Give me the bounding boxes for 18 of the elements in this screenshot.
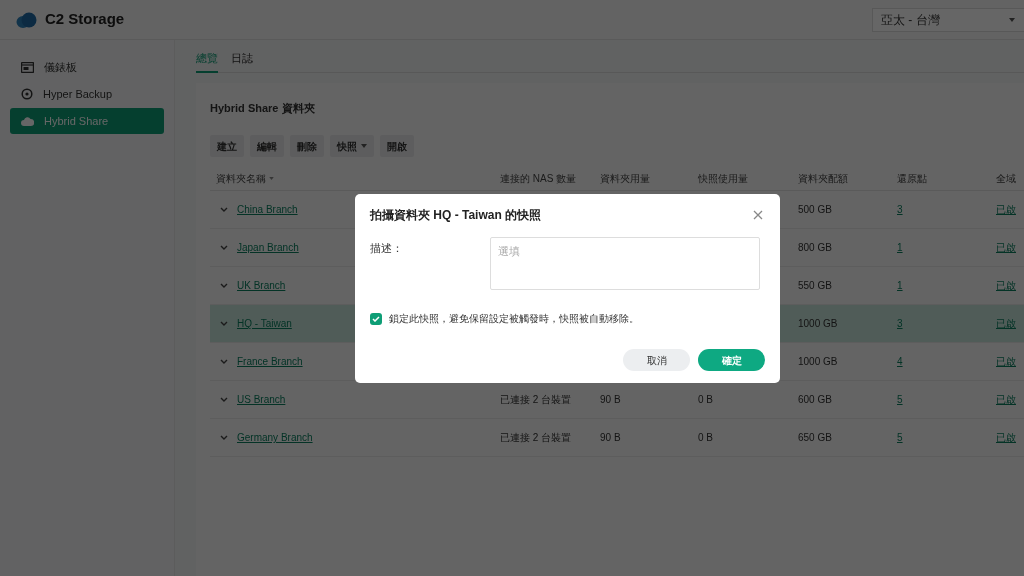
table-cell: 800 GB bbox=[798, 242, 832, 253]
dialog-title: 拍攝資料夾 HQ - Taiwan 的快照 bbox=[370, 207, 542, 224]
table-cell: 0 B bbox=[698, 394, 713, 405]
table-cell: 650 GB bbox=[798, 432, 832, 443]
section-title: Hybrid Share 資料夾 bbox=[210, 101, 316, 114]
table-cell: 500 GB bbox=[798, 204, 832, 215]
table-cell: 600 GB bbox=[798, 394, 832, 405]
table-cell: 90 B bbox=[600, 394, 621, 405]
table-cell: 1000 GB bbox=[798, 318, 838, 329]
table-cell: 550 GB bbox=[798, 280, 832, 291]
table-cell: 1000 GB bbox=[798, 356, 838, 367]
table-cell: 已連接 2 台裝置 bbox=[500, 432, 572, 443]
table-cell: 已連接 2 台裝置 bbox=[500, 394, 572, 405]
checkbox-label: 鎖定此快照，避免保留設定被觸發時，快照被自動移除。 bbox=[389, 312, 639, 326]
app-title: C2 Storage bbox=[45, 9, 125, 30]
description-label: 描述： bbox=[370, 241, 404, 256]
table-cell: 90 B bbox=[600, 432, 621, 443]
table-cell: 0 B bbox=[698, 432, 713, 443]
